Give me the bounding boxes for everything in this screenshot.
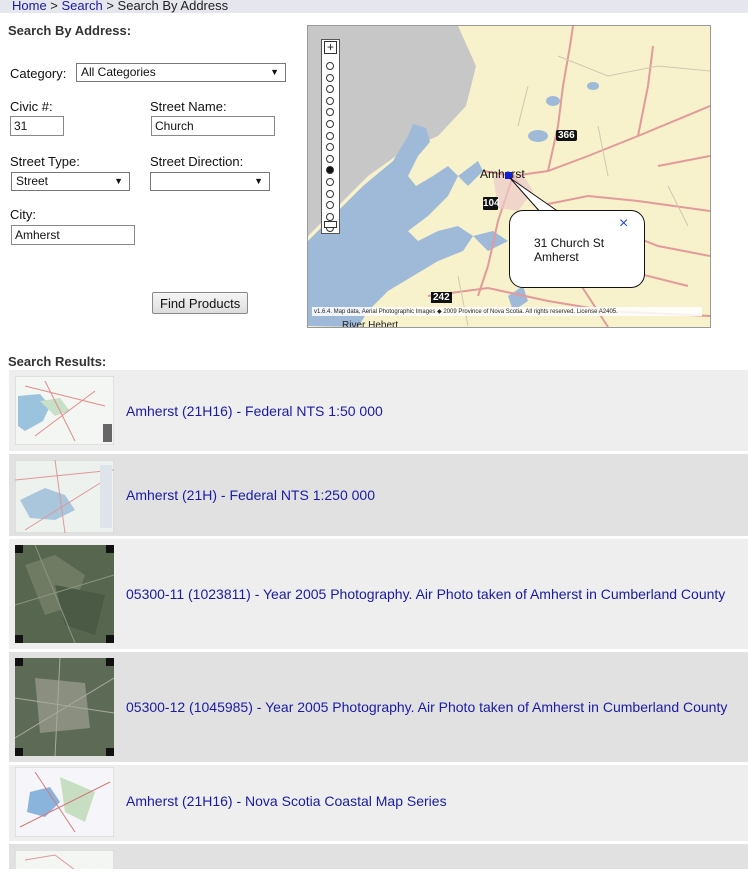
topo-map-thumbnail-image (14, 459, 115, 534)
zoom-level-tick[interactable] (326, 62, 334, 70)
result-row[interactable]: Amherst (21H16) - Nova Scotia Coastal Ma… (9, 765, 748, 841)
street-direction-select[interactable]: ▼ (150, 172, 270, 191)
category-select[interactable]: All Categories ▼ (76, 63, 286, 82)
result-row[interactable]: Amherst (21H16) - Federal NTS 1:50 000 (9, 370, 748, 451)
street-type-label: Street Type: (10, 154, 80, 169)
zoom-out-icon[interactable] (324, 221, 337, 228)
civic-number-input[interactable] (10, 116, 64, 136)
zoom-level-tick[interactable] (326, 189, 334, 198)
zoom-level-tick[interactable] (326, 154, 334, 163)
street-direction-label: Street Direction: (150, 154, 244, 169)
zoom-in-icon[interactable]: + (324, 41, 337, 54)
map-thumbnail[interactable] (14, 766, 115, 838)
category-label: Category: (10, 66, 67, 81)
result-title-link[interactable]: Amherst (21H16) - Federal NTS 1:50 000 (126, 403, 383, 419)
result-row[interactable]: Amherst (21H) - Federal NTS 1:250 000 (9, 454, 748, 536)
search-form-heading: Search By Address: (8, 23, 132, 38)
breadcrumb-search-link[interactable]: Search (62, 0, 103, 13)
air-photo-thumbnail-image (14, 544, 115, 644)
zoom-level-tick[interactable] (326, 212, 334, 221)
air-photo-thumbnail-image (14, 657, 115, 757)
photo-thumbnail[interactable] (14, 657, 115, 757)
result-row[interactable]: 05300-11 (1023811) - Year 2005 Photograp… (9, 539, 748, 649)
chevron-down-icon: ▼ (114, 176, 123, 186)
breadcrumb-home-link[interactable]: Home (12, 0, 47, 13)
popup-city-line: Amherst (534, 250, 579, 264)
road-shield-366: 366 (556, 130, 577, 141)
chevron-down-icon: ▼ (254, 176, 263, 186)
close-icon[interactable]: × (619, 216, 628, 232)
find-products-button[interactable]: Find Products (152, 292, 249, 314)
breadcrumb-separator: > (102, 0, 118, 13)
civic-label: Civic #: (10, 99, 53, 114)
city-label: City: (10, 207, 36, 222)
zoom-level-tick[interactable] (326, 120, 334, 128)
result-row[interactable]: 05300-12 (1045985) - Year 2005 Photograp… (9, 652, 748, 762)
map-view[interactable]: + 366 104 242 Amherst × 31 Church St Amh… (307, 25, 711, 328)
result-title-link[interactable]: 05300-11 (1023811) - Year 2005 Photograp… (126, 586, 725, 602)
city-input[interactable] (11, 225, 135, 245)
result-title-link[interactable]: 05300-12 (1045985) - Year 2005 Photograp… (126, 699, 727, 715)
zoom-level-tick[interactable] (326, 73, 334, 82)
topo-map-thumbnail-image (14, 375, 115, 446)
road-shield-104: 104 (483, 197, 500, 210)
map-lower-label: River Hebert (342, 320, 399, 328)
category-select-value: All Categories (81, 65, 156, 79)
photo-thumbnail[interactable] (14, 544, 115, 644)
popup-address-line: 31 Church St (534, 236, 605, 250)
map-thumbnail[interactable] (14, 459, 115, 534)
map-thumbnail[interactable] (14, 375, 115, 446)
street-type-select[interactable]: Street ▼ (11, 172, 130, 191)
zoom-level-tick[interactable] (326, 178, 334, 186)
street-type-select-value: Street (16, 174, 49, 188)
map-copyright: v1.6.4. Map data, Aerial Photographic Im… (312, 307, 702, 316)
search-results-heading: Search Results: (8, 354, 107, 369)
breadcrumb: Home > Search > Search By Address (0, 0, 748, 13)
result-row[interactable] (9, 844, 748, 869)
zoom-level-tick[interactable] (326, 96, 334, 105)
coastal-map-thumbnail-image (14, 766, 115, 838)
zoom-level-tick[interactable] (326, 131, 334, 140)
breadcrumb-separator: > (46, 0, 62, 13)
chevron-down-icon: ▼ (270, 67, 279, 77)
street-name-input[interactable] (151, 116, 275, 136)
map-thumbnail[interactable] (14, 849, 115, 869)
street-name-label: Street Name: (150, 99, 227, 114)
result-title-link[interactable]: Amherst (21H) - Federal NTS 1:250 000 (126, 487, 375, 503)
results-list: Amherst (21H16) - Federal NTS 1:50 000 A… (9, 370, 748, 872)
road-shield-242: 242 (431, 292, 452, 303)
map-thumbnail-image (14, 849, 115, 869)
breadcrumb-current: Search By Address (117, 0, 229, 13)
result-title-link[interactable]: Amherst (21H16) - Nova Scotia Coastal Ma… (126, 793, 447, 809)
